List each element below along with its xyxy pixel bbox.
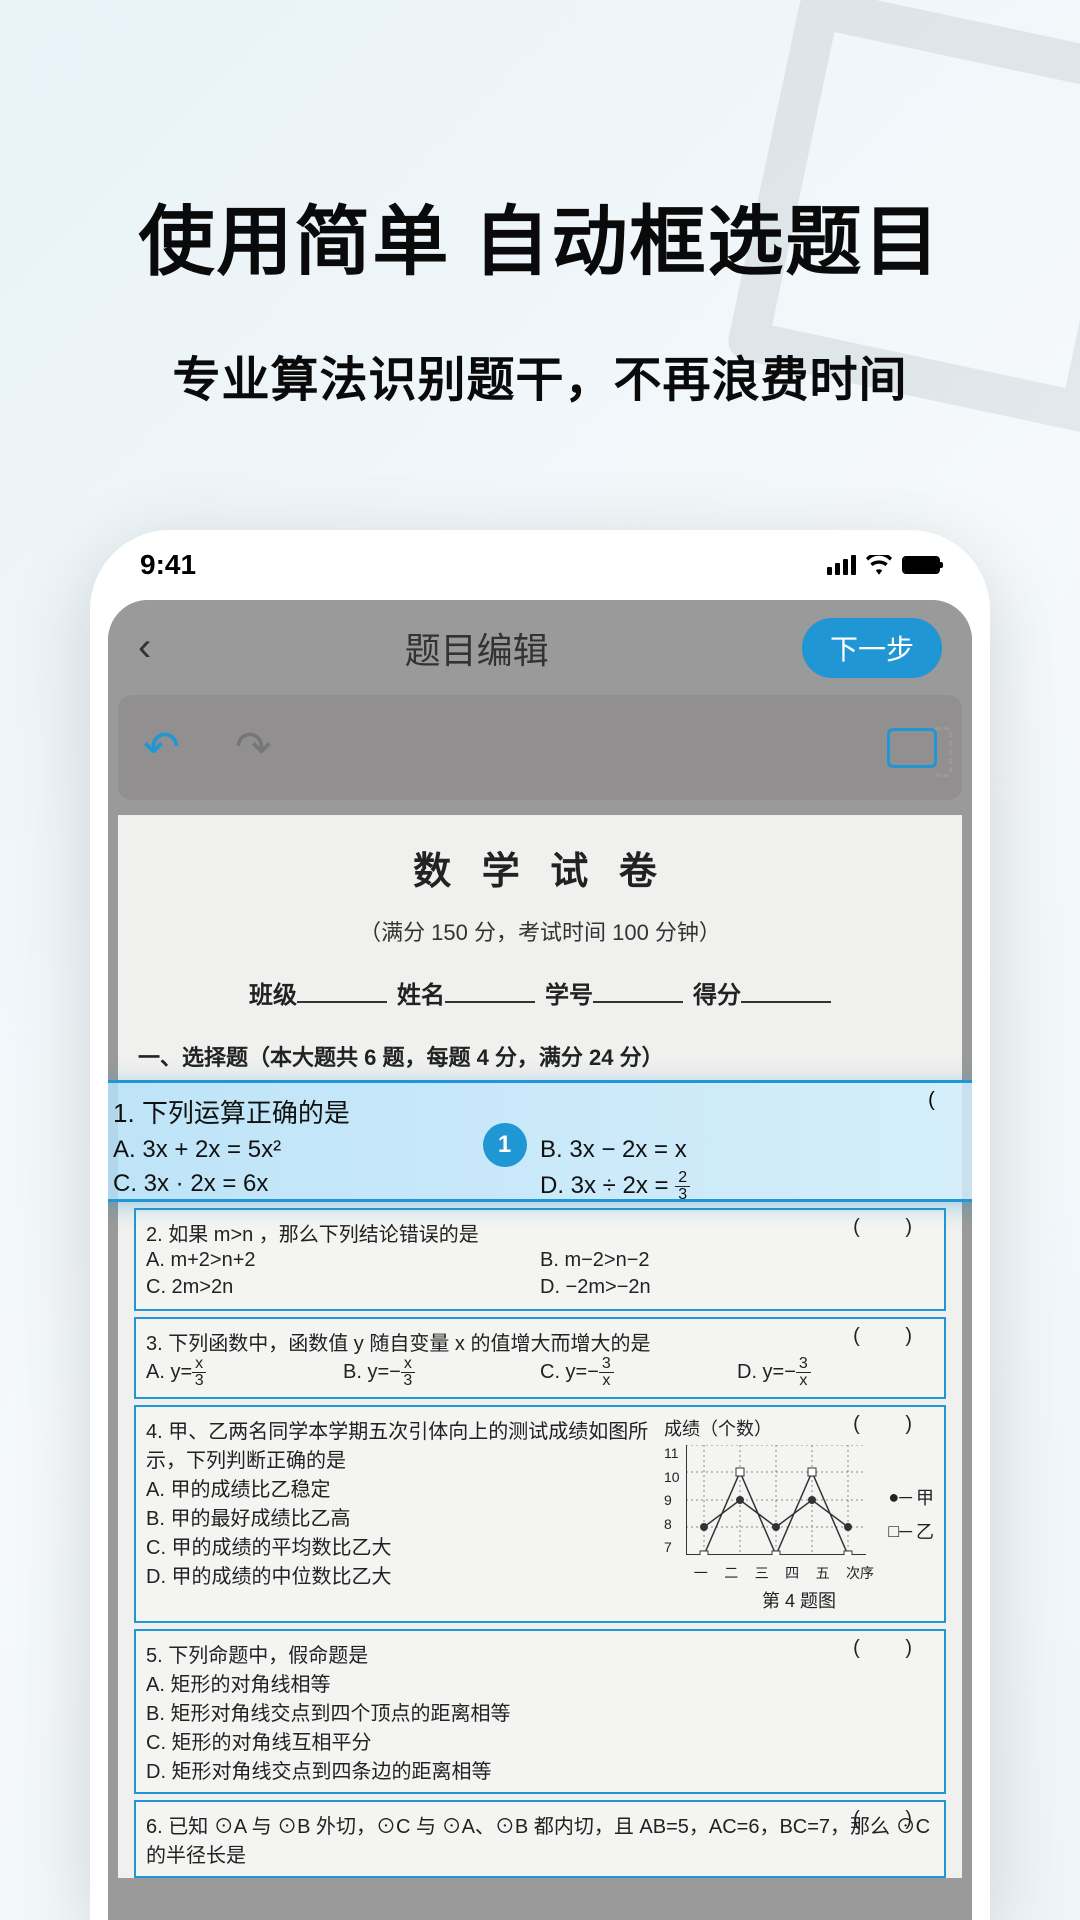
back-button[interactable]: ‹ [138,625,151,670]
q2-stem: 2. 如果 m>n ，那么下列结论错误的是 [146,1218,934,1247]
question-box-6[interactable]: 6. 已知 ⊙A 与 ⊙B 外切，⊙C 与 ⊙A、⊙B 都内切，且 AB=5，A… [134,1800,946,1878]
battery-icon [902,556,940,574]
page-title: 题目编辑 [405,622,549,674]
chart-plot [686,1445,866,1555]
question-box-4[interactable]: 4. 甲、乙两名同学本学期五次引体向上的测试成绩如图所示，下列判断正确的是 A.… [134,1405,946,1623]
undo-button[interactable]: ↶ [143,722,180,773]
next-step-button[interactable]: 下一步 [802,618,942,678]
question-highlight[interactable]: 1. 下列运算正确的是 ( ) A. 3x + 2x = 5x² B. 3x −… [108,1080,972,1202]
q3-stem: 3. 下列函数中，函数值 y 随自变量 x 的值增大而增大的是 [146,1327,934,1356]
status-icons [827,555,940,575]
question-box-2[interactable]: 2. 如果 m>n ，那么下列结论错误的是 ( ) A. m+2>n+2 B. … [134,1208,946,1311]
exam-title: 数 学 试 卷 [130,840,950,895]
q1-option-d: D. 3x ÷ 2x = 23 [540,1170,967,1203]
wifi-icon [866,555,892,575]
q1-stem: 1. 下列运算正确的是 [113,1093,967,1130]
phone-mockup: 9:41 ‹ 题目编辑 下一步 ↶ ↷ 数 学 试 卷 （满分 150 分，考试… [90,530,990,1920]
document-viewport[interactable]: 数 学 试 卷 （满分 150 分，考试时间 100 分钟） 班级 姓名 学号 … [118,815,962,1878]
app-screen: ‹ 题目编辑 下一步 ↶ ↷ 数 学 试 卷 （满分 150 分，考试时间 10… [108,600,972,1920]
app-header: ‹ 题目编辑 下一步 [108,600,972,695]
highlight-number-badge: 1 [483,1123,527,1167]
cellular-icon [827,555,856,575]
q4-stem: 4. 甲、乙两名同学本学期五次引体向上的测试成绩如图所示，下列判断正确的是 [146,1415,654,1473]
section-heading: 一、选择题（本大题共 6 题，每题 4 分，满分 24 分） [130,1040,950,1072]
legend-yi: □─ 乙 [888,1518,934,1544]
edit-toolbar: ↶ ↷ [118,695,962,800]
q1-option-c: C. 3x · 2x = 6x [113,1170,540,1203]
status-bar: 9:41 [90,530,990,600]
promo-headline: 使用简单 自动框选题目 [0,180,1080,290]
question-box-3[interactable]: 3. 下列函数中，函数值 y 随自变量 x 的值增大而增大的是 ( ) A. y… [134,1317,946,1399]
promo-headline-block: 使用简单 自动框选题目 专业算法识别题干，不再浪费时间 [0,0,1080,410]
question-box-5[interactable]: 5. 下列命题中，假命题是 ( ) A. 矩形的对角线相等 B. 矩形对角线交点… [134,1629,946,1794]
q5-stem: 5. 下列命题中，假命题是 [146,1639,934,1668]
q6-stem: 6. 已知 ⊙A 与 ⊙B 外切，⊙C 与 ⊙A、⊙B 都内切，且 AB=5，A… [146,1810,934,1868]
crop-tool-button[interactable] [887,728,937,768]
redo-button[interactable]: ↷ [235,722,272,773]
exam-fields: 班级 姓名 学号 得分 [130,975,950,1010]
status-time: 9:41 [140,549,196,581]
q1-option-b: B. 3x − 2x = x [540,1136,967,1164]
legend-jia: ●─ 甲 [888,1484,934,1510]
q4-chart: 成绩（个数） 1110987 [654,1415,934,1613]
exam-subtitle: （满分 150 分，考试时间 100 分钟） [130,915,950,947]
q1-option-a: A. 3x + 2x = 5x² [113,1136,540,1164]
promo-subline: 专业算法识别题干，不再浪费时间 [0,340,1080,410]
